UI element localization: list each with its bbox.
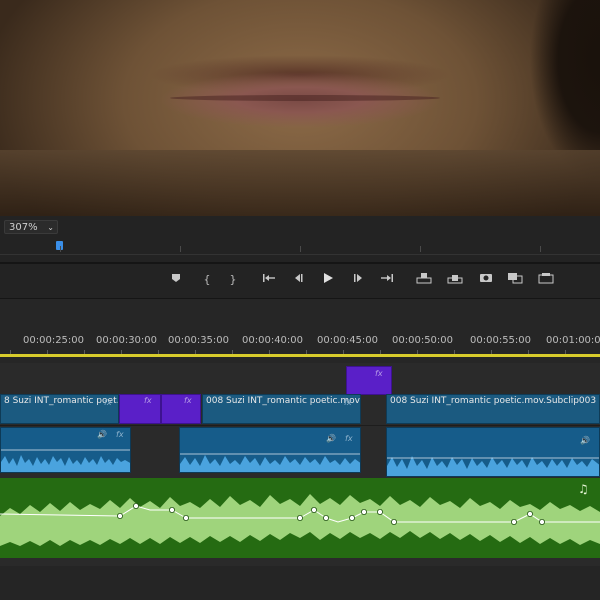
settings-icon[interactable]	[537, 272, 555, 288]
mini-ruler-tick	[300, 246, 301, 252]
timecode-label: 00:00:50:00	[392, 335, 454, 346]
empty-tracks	[0, 566, 600, 600]
timecode-label: 00:00:55:00	[470, 335, 532, 346]
timecode-label: 00:00:35:00	[168, 335, 230, 346]
music-note-icon: ♫	[578, 482, 589, 496]
fx-badge: fx	[144, 396, 152, 405]
fx-badge: fx	[344, 398, 352, 407]
frame-detail	[170, 95, 440, 101]
frame-shadow	[0, 150, 600, 216]
video-clip[interactable]: 008 Suzi INT_romantic poetic.mov.Subclip…	[386, 394, 600, 424]
timecode-label: 00:00:40:00	[242, 335, 304, 346]
mark-in-icon[interactable]: {	[198, 272, 216, 288]
nested-clip[interactable]: fx	[161, 394, 201, 424]
video-clip[interactable]: 008 Suzi INT_romantic poetic.mov… fx	[202, 394, 361, 424]
work-area-bar[interactable]	[0, 354, 600, 357]
mini-ruler-tick	[540, 246, 541, 252]
speaker-icon: 🔊	[97, 430, 107, 439]
mark-out-icon[interactable]: }	[224, 272, 242, 288]
marker-icon[interactable]	[167, 272, 185, 288]
audio-waveform	[180, 453, 360, 472]
go-to-in-icon[interactable]	[260, 272, 278, 288]
timecode-label: 00:00:30:00	[96, 335, 158, 346]
play-icon[interactable]	[319, 272, 337, 288]
music-waveform	[0, 494, 600, 546]
insert-icon[interactable]	[415, 272, 433, 288]
divider	[0, 262, 600, 264]
fx-badge: fx	[104, 398, 112, 407]
timecode-label: 00:00:45:00	[317, 335, 379, 346]
fx-badge: fx	[116, 430, 124, 439]
timecode-label: 00:00:25:00	[23, 335, 85, 346]
video-clip[interactable]: 8 Suzi INT_romantic poet… fx	[0, 394, 119, 424]
music-clip[interactable]	[0, 478, 600, 558]
mini-ruler-tick	[180, 246, 181, 252]
audio-clip[interactable]: 🔊	[386, 427, 600, 477]
clip-label: 8 Suzi INT_romantic poet…	[4, 396, 119, 406]
overwrite-icon[interactable]	[446, 272, 464, 288]
nested-clip[interactable]: fx	[119, 394, 161, 424]
clip-label: 008 Suzi INT_romantic poetic.mov…	[206, 396, 361, 406]
audio-waveform	[1, 449, 130, 472]
program-monitor-frame	[0, 0, 600, 216]
fx-badge: fx	[184, 396, 192, 405]
step-back-icon[interactable]	[290, 272, 308, 288]
step-forward-icon[interactable]	[349, 272, 367, 288]
audio-clip[interactable]: 🔊 fx	[0, 427, 131, 473]
export-frame-icon[interactable]	[477, 272, 495, 288]
go-to-out-icon[interactable]	[378, 272, 396, 288]
chevron-down-icon: ⌄	[47, 223, 54, 232]
clip-label: 008 Suzi INT_romantic poetic.mov.Subclip…	[390, 396, 600, 406]
zoom-value: 307%	[9, 222, 38, 233]
nested-clip[interactable]: fx	[346, 366, 392, 395]
fx-badge: fx	[375, 369, 383, 378]
zoom-select[interactable]: 307% ⌄	[4, 220, 58, 234]
track-v2	[0, 363, 600, 396]
timecode-label: 00:01:00:00	[546, 335, 600, 346]
mini-ruler-tick	[60, 246, 61, 252]
audio-clip[interactable]: 🔊 fx	[179, 427, 361, 473]
compare-icon[interactable]	[506, 272, 524, 288]
mini-ruler-tick	[420, 246, 421, 252]
audio-waveform	[387, 456, 599, 476]
